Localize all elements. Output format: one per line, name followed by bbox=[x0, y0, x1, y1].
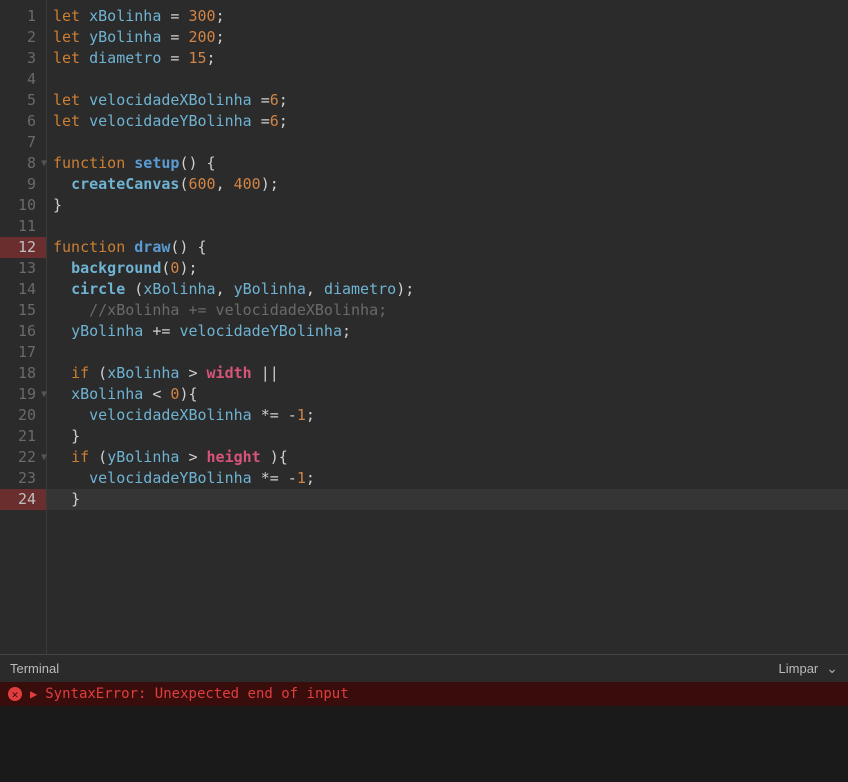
terminal-clear-button[interactable]: Limpar ⌄ bbox=[779, 660, 838, 677]
code-line[interactable]: } bbox=[47, 195, 848, 216]
terminal-header: Terminal Limpar ⌄ bbox=[0, 654, 848, 682]
code-line[interactable]: velocidadeYBolinha *= -1; bbox=[47, 468, 848, 489]
code-line[interactable]: let diametro = 15; bbox=[47, 48, 848, 69]
line-number: 21 bbox=[0, 426, 46, 447]
code-line[interactable]: let velocidadeYBolinha =6; bbox=[47, 111, 848, 132]
line-number: 6 bbox=[0, 111, 46, 132]
code-line[interactable]: circle (xBolinha, yBolinha, diametro); bbox=[47, 279, 848, 300]
line-number: 8 bbox=[0, 153, 46, 174]
line-number: 24 bbox=[0, 489, 46, 510]
code-line[interactable]: xBolinha < 0){ bbox=[47, 384, 848, 405]
line-number: 17 bbox=[0, 342, 46, 363]
play-icon: ▶ bbox=[30, 687, 37, 701]
code-line[interactable]: } bbox=[47, 489, 848, 510]
error-icon: ✕ bbox=[8, 687, 22, 701]
line-number: 14 bbox=[0, 279, 46, 300]
line-number: 2 bbox=[0, 27, 46, 48]
console-error-row[interactable]: ✕ ▶ SyntaxError: Unexpected end of input bbox=[0, 682, 848, 706]
clear-label: Limpar bbox=[779, 661, 819, 676]
code-line[interactable]: //xBolinha += velocidadeXBolinha; bbox=[47, 300, 848, 321]
line-number: 13 bbox=[0, 258, 46, 279]
line-number: 23 bbox=[0, 468, 46, 489]
code-editor[interactable]: 123456789101112131415161718192021222324 … bbox=[0, 0, 848, 654]
code-line[interactable]: yBolinha += velocidadeYBolinha; bbox=[47, 321, 848, 342]
code-line[interactable] bbox=[47, 132, 848, 153]
line-number: 18 bbox=[0, 363, 46, 384]
line-number: 7 bbox=[0, 132, 46, 153]
code-line[interactable]: if (xBolinha > width || bbox=[47, 363, 848, 384]
line-number: 1 bbox=[0, 6, 46, 27]
line-number: 16 bbox=[0, 321, 46, 342]
line-number: 9 bbox=[0, 174, 46, 195]
error-message: SyntaxError: Unexpected end of input bbox=[45, 686, 348, 702]
code-line[interactable] bbox=[47, 216, 848, 237]
line-number: 12 bbox=[0, 237, 46, 258]
line-number: 5 bbox=[0, 90, 46, 111]
code-line[interactable]: if (yBolinha > height ){ bbox=[47, 447, 848, 468]
code-line[interactable]: let yBolinha = 200; bbox=[47, 27, 848, 48]
line-number: 15 bbox=[0, 300, 46, 321]
line-number: 11 bbox=[0, 216, 46, 237]
code-line[interactable]: velocidadeXBolinha *= -1; bbox=[47, 405, 848, 426]
terminal-title: Terminal bbox=[10, 661, 59, 676]
line-gutter: 123456789101112131415161718192021222324 bbox=[0, 0, 47, 654]
code-line[interactable] bbox=[47, 342, 848, 363]
code-line[interactable]: } bbox=[47, 426, 848, 447]
code-line[interactable]: let velocidadeXBolinha =6; bbox=[47, 90, 848, 111]
code-line[interactable]: function setup() { bbox=[47, 153, 848, 174]
code-line[interactable]: function draw() { bbox=[47, 237, 848, 258]
line-number: 10 bbox=[0, 195, 46, 216]
line-number: 19 bbox=[0, 384, 46, 405]
line-number: 4 bbox=[0, 69, 46, 90]
code-line[interactable]: createCanvas(600, 400); bbox=[47, 174, 848, 195]
code-line[interactable]: background(0); bbox=[47, 258, 848, 279]
line-number: 20 bbox=[0, 405, 46, 426]
line-number: 3 bbox=[0, 48, 46, 69]
code-area[interactable]: let xBolinha = 300;let yBolinha = 200;le… bbox=[47, 0, 848, 654]
chevron-down-icon: ⌄ bbox=[826, 660, 838, 677]
code-line[interactable] bbox=[47, 69, 848, 90]
console-output[interactable]: ✕ ▶ SyntaxError: Unexpected end of input bbox=[0, 682, 848, 782]
code-line[interactable]: let xBolinha = 300; bbox=[47, 6, 848, 27]
line-number: 22 bbox=[0, 447, 46, 468]
